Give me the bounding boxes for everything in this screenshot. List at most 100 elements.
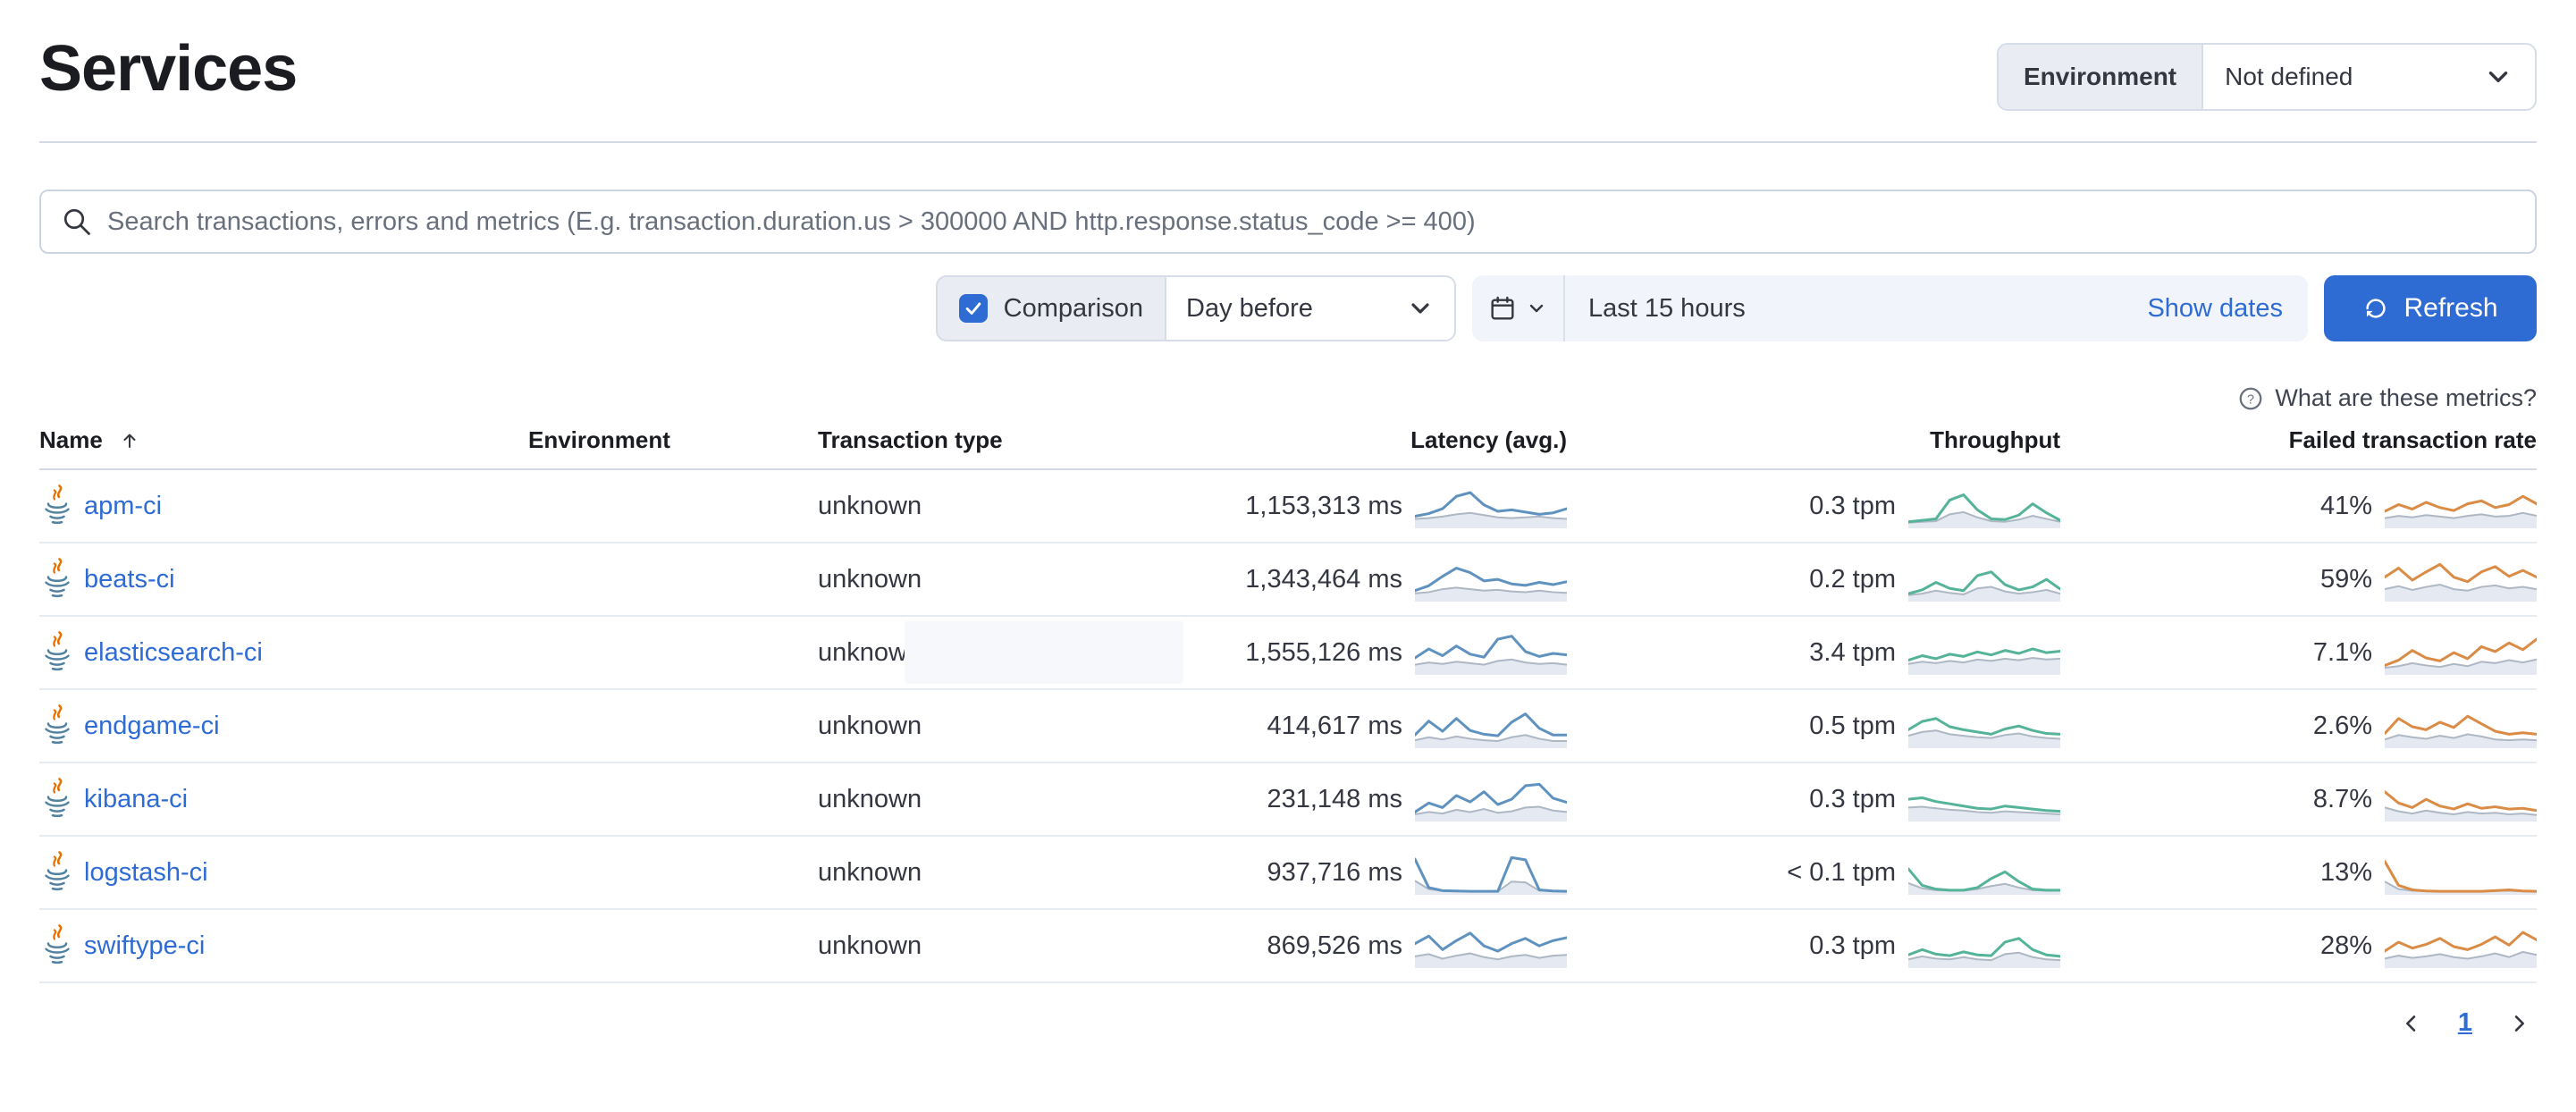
transaction-type-cell: unknown [818, 931, 1055, 961]
java-icon [39, 630, 75, 675]
column-header-environment[interactable]: Environment [528, 426, 818, 454]
date-picker: Last 15 hours Show dates [1472, 275, 2308, 341]
service-link[interactable]: kibana-ci [84, 785, 188, 814]
failed-rate-value: 28% [2320, 931, 2372, 961]
failed-rate-sparkline [2385, 630, 2537, 675]
java-icon [39, 703, 75, 748]
failed-rate-value: 13% [2320, 858, 2372, 888]
chevron-down-icon [1406, 294, 1435, 323]
show-dates-link[interactable]: Show dates [2147, 294, 2308, 324]
throughput-sparkline [1908, 703, 2060, 748]
latency-sparkline [1415, 850, 1567, 895]
table-row: swiftype-ci unknown 869,526 ms 0.3 tpm 2… [39, 910, 2537, 983]
pagination: 1 [39, 1008, 2537, 1038]
service-link[interactable]: apm-ci [84, 492, 162, 521]
java-icon [39, 923, 75, 968]
service-link[interactable]: endgame-ci [84, 712, 220, 741]
table-row: elasticsearch-ci unknown 1,555,126 ms 3.… [39, 617, 2537, 690]
throughput-sparkline [1908, 923, 2060, 968]
column-header-latency[interactable]: Latency (avg.) [1055, 426, 1567, 454]
comparison-select[interactable]: Day before [1165, 275, 1456, 341]
latency-value: 1,555,126 ms [1245, 638, 1402, 668]
failed-rate-sparkline [2385, 703, 2537, 748]
failed-rate-value: 2.6% [2313, 712, 2372, 741]
latency-sparkline [1415, 777, 1567, 821]
question-circle-icon: ? [2237, 385, 2264, 412]
page-number[interactable]: 1 [2458, 1008, 2472, 1038]
svg-text:?: ? [2247, 392, 2254, 407]
latency-sparkline [1415, 484, 1567, 528]
throughput-sparkline [1908, 630, 2060, 675]
transaction-type-cell: unknown [818, 712, 1055, 741]
refresh-label: Refresh [2403, 293, 2497, 324]
column-header-transaction-type[interactable]: Transaction type [818, 426, 1055, 454]
java-icon [39, 484, 75, 528]
refresh-button[interactable]: Refresh [2324, 275, 2537, 341]
java-icon [39, 557, 75, 602]
metrics-help-label: What are these metrics? [2275, 384, 2537, 412]
throughput-value: 0.3 tpm [1809, 785, 1896, 814]
environment-filter[interactable]: Environment Not defined [1997, 43, 2537, 111]
table-row: apm-ci unknown 1,153,313 ms 0.3 tpm 41% [39, 470, 2537, 543]
latency-value: 1,343,464 ms [1245, 565, 1402, 594]
failed-rate-value: 8.7% [2313, 785, 2372, 814]
latency-sparkline [1415, 703, 1567, 748]
comparison-checkbox-group[interactable]: Comparison [936, 275, 1165, 341]
calendar-icon [1488, 294, 1517, 323]
next-page-button[interactable] [2506, 1011, 2531, 1036]
throughput-value: 3.4 tpm [1809, 638, 1896, 668]
table-row: kibana-ci unknown 231,148 ms 0.3 tpm 8.7… [39, 763, 2537, 837]
throughput-sparkline [1908, 557, 2060, 602]
transaction-type-cell: unknown [818, 785, 1055, 814]
apm-services-page: Services Environment Not defined [0, 0, 2576, 1112]
transaction-type-cell: unknown [818, 492, 1055, 521]
transaction-type-cell: unknown [818, 858, 1055, 888]
search-bar [39, 190, 2537, 254]
table-row: logstash-ci unknown 937,716 ms < 0.1 tpm… [39, 837, 2537, 910]
failed-rate-sparkline [2385, 557, 2537, 602]
service-link[interactable]: swiftype-ci [84, 931, 205, 961]
latency-value: 1,153,313 ms [1245, 492, 1402, 521]
column-header-throughput[interactable]: Throughput [1567, 426, 2060, 454]
sort-ascending-icon [119, 430, 140, 451]
column-header-failed-rate[interactable]: Failed transaction rate [2060, 426, 2537, 454]
chevron-down-icon [1526, 298, 1547, 319]
throughput-sparkline [1908, 484, 2060, 528]
services-table: Name Environment Transaction type Latenc… [39, 426, 2537, 983]
latency-sparkline [1415, 557, 1567, 602]
redacted-overlay [905, 621, 1183, 684]
environment-filter-label: Environment [1999, 45, 2203, 109]
time-range-value[interactable]: Last 15 hours [1565, 294, 1746, 324]
metrics-help-link[interactable]: ? What are these metrics? [39, 384, 2537, 412]
latency-sparkline [1415, 630, 1567, 675]
throughput-value: 0.3 tpm [1809, 492, 1896, 521]
failed-rate-value: 7.1% [2313, 638, 2372, 668]
table-row: beats-ci unknown 1,343,464 ms 0.2 tpm 59… [39, 543, 2537, 617]
latency-sparkline [1415, 923, 1567, 968]
throughput-sparkline [1908, 850, 2060, 895]
refresh-icon [2362, 295, 2389, 322]
throughput-value: 0.2 tpm [1809, 565, 1896, 594]
failed-rate-sparkline [2385, 777, 2537, 821]
latency-value: 869,526 ms [1267, 931, 1402, 961]
search-input[interactable] [107, 207, 2515, 237]
throughput-value: 0.3 tpm [1809, 931, 1896, 961]
failed-rate-value: 41% [2320, 492, 2372, 521]
table-row: endgame-ci unknown 414,617 ms 0.5 tpm 2.… [39, 690, 2537, 763]
throughput-value: 0.5 tpm [1809, 712, 1896, 741]
failed-rate-sparkline [2385, 850, 2537, 895]
comparison-label: Comparison [1004, 294, 1143, 324]
failed-rate-sparkline [2385, 923, 2537, 968]
search-icon [61, 206, 93, 238]
service-link[interactable]: logstash-ci [84, 858, 208, 888]
column-header-name[interactable]: Name [39, 426, 528, 454]
service-link[interactable]: beats-ci [84, 565, 175, 594]
previous-page-button[interactable] [2399, 1011, 2424, 1036]
quick-select-button[interactable] [1472, 275, 1565, 341]
environment-select-value: Not defined [2225, 63, 2353, 91]
comparison-checkbox[interactable] [959, 294, 988, 323]
environment-select[interactable]: Not defined [2203, 45, 2535, 109]
service-link[interactable]: elasticsearch-ci [84, 638, 263, 668]
java-icon [39, 777, 75, 821]
java-icon [39, 850, 75, 895]
